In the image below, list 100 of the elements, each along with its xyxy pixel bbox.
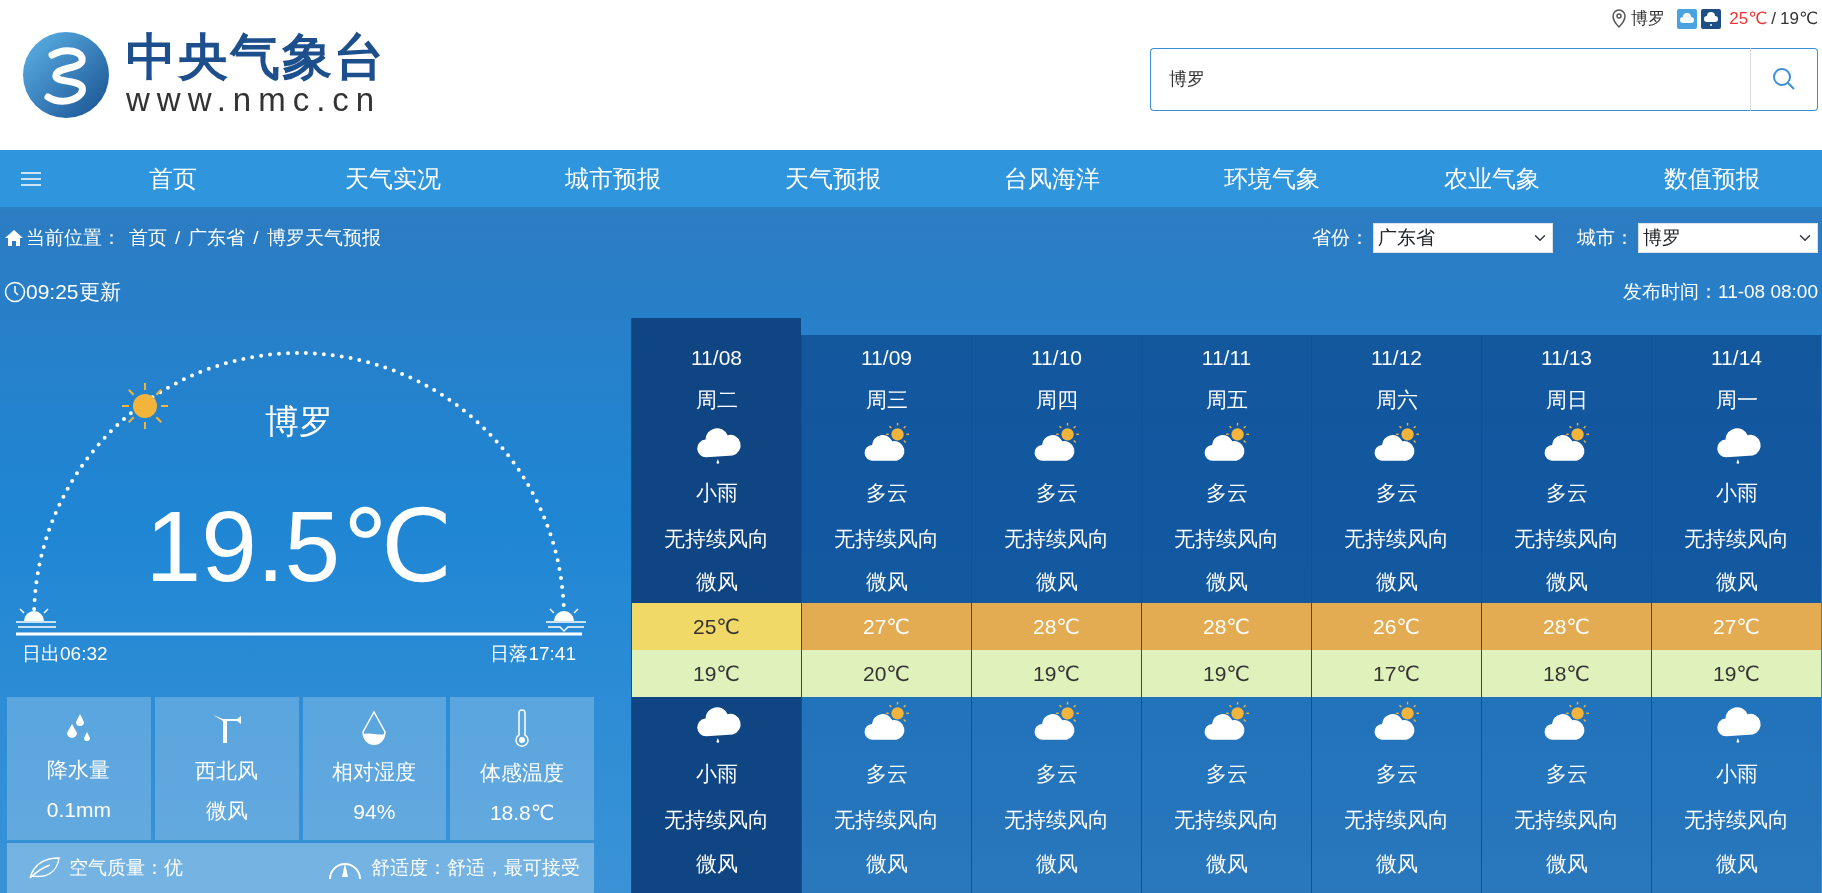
weather-text: 多云 [1035,482,1078,503]
low-temperature: 19℃ [1780,8,1818,30]
forecast-weekday: 周四 [1035,388,1078,410]
location-city: 博罗 [1631,8,1666,30]
stat-label: 体感温度 [480,760,565,786]
forecast-day-column[interactable]: 11/08 周二 小雨 无持续风向 微风 25℃ 19℃ 小雨 无持续风向 微风 [631,318,801,893]
nav-link[interactable]: 台风海洋 [942,150,1163,207]
weather-text: 多云 [865,482,908,503]
high-temperature: 27℃ [802,603,971,650]
wind-force: 微风 [1545,571,1588,592]
weather-text: 小雨 [695,482,738,503]
forecast-day-column[interactable]: 11/12 周六 多云 无持续风向 微风 26℃ 17℃ 多云 无持续风向 微风 [1311,335,1481,893]
logo-url: www.nmc.cn [126,81,383,119]
wind-direction: 无持续风向 [1684,527,1789,549]
filter-label: 省份： [1312,225,1369,250]
forecast-date: 11/12 [1371,346,1422,368]
wind-direction: 无持续风向 [1174,527,1279,549]
filter-label: 城市： [1577,225,1634,250]
forecast-weekday: 周一 [1715,388,1758,410]
forecast-day-column[interactable]: 11/09 周三 多云 无持续风向 微风 27℃ 20℃ 多云 无持续风向 微风 [801,335,971,893]
dropdown[interactable]: 广东省 [1373,223,1553,253]
forecast-weekday: 周三 [865,388,908,410]
wind-force: 微风 [1375,852,1418,874]
forecast-date: 11/11 [1201,346,1252,368]
logo-title: 中央气象台 [126,31,386,82]
wind-direction: 无持续风向 [834,527,939,549]
stat-label: 相对湿度 [332,759,417,785]
dropdown[interactable]: 博罗 [1638,223,1818,253]
wind-force: 微风 [1205,852,1248,874]
weather-text: 多云 [1035,762,1078,784]
wind-force: 微风 [1715,852,1758,874]
stat-label: 西北风 [195,758,259,784]
forecast-day-column[interactable]: 11/14 周一 小雨 无持续风向 微风 27℃ 19℃ 小雨 无持续风向 微风 [1651,335,1821,893]
sunset-time: 日落17:41 [490,642,576,666]
breadcrumb-link[interactable]: 博罗天气预报 [266,223,381,253]
weather-text: 多云 [1545,482,1588,503]
wind-force: 微风 [1715,571,1758,592]
low-temperature: 19℃ [1652,650,1821,697]
weather-text: 多云 [1375,762,1418,784]
wind-direction: 无持续风向 [1004,808,1109,830]
separator: / [1771,8,1776,30]
breadcrumb-link[interactable]: 首页 [129,223,167,253]
stat-label: 降水量 [47,757,111,783]
publish-time: 发布时间：11-08 08:00 [1623,279,1818,304]
weather-text: 多云 [865,762,908,784]
forecast-weekday: 周五 [1205,388,1248,410]
nav-link[interactable]: 农业气象 [1382,150,1603,207]
update-time: 09:25更新 [26,279,121,306]
weather-text: 小雨 [1715,482,1758,503]
high-temperature: 28℃ [972,603,1141,650]
logo-icon [22,29,110,121]
nav-link[interactable]: 数值预报 [1602,150,1822,207]
wind-direction: 无持续风向 [1174,808,1279,830]
forecast-weekday: 周六 [1375,388,1418,410]
low-temperature: 19℃ [972,650,1141,697]
clock-icon [4,281,26,303]
wind-force: 微风 [1035,852,1078,874]
weather-text: 多云 [1205,762,1248,784]
nav-link[interactable]: 城市预报 [502,150,723,207]
nav-link[interactable]: 天气预报 [722,150,943,207]
comfort-level: 舒适度：舒适，最可接受 [371,855,580,880]
wind-direction: 无持续风向 [834,808,939,830]
low-temperature: 18℃ [1482,650,1651,697]
stat-value: 94% [353,798,396,825]
forecast-date: 11/08 [691,346,742,368]
breadcrumb-link[interactable]: 广东省 [188,223,246,253]
air-quality: 空气质量：优 [69,855,183,880]
low-temperature: 20℃ [802,650,971,697]
wind-direction: 无持续风向 [1514,808,1619,830]
high-temperature: 25℃ [1729,8,1768,30]
wind-direction: 无持续风向 [1344,527,1449,549]
forecast-day-column[interactable]: 11/13 周日 多云 无持续风向 微风 28℃ 18℃ 多云 无持续风向 微风 [1481,335,1651,893]
menu-icon [21,171,42,188]
search-field[interactable]: 博罗 [1150,47,1750,111]
nav-link[interactable]: 环境气象 [1162,150,1383,207]
stat-value: 微风 [205,797,248,824]
low-temperature: 19℃ [1142,650,1311,697]
wind-force: 微风 [1545,852,1588,874]
sunrise-time: 日出06:32 [22,642,108,666]
high-temperature: 28℃ [1142,603,1311,650]
forecast-day-column[interactable]: 11/11 周五 多云 无持续风向 微风 28℃ 19℃ 多云 无持续风向 微风 [1141,335,1311,893]
weather-text: 小雨 [695,762,738,784]
weather-text: 多云 [1205,482,1248,503]
high-temperature: 26℃ [1312,603,1481,650]
search-button[interactable] [1750,47,1818,111]
wind-force: 微风 [1205,571,1248,592]
wind-force: 微风 [695,571,738,592]
weather-text: 小雨 [1715,762,1758,784]
wind-direction: 无持续风向 [1684,808,1789,830]
current-temperature: 19.5℃ [145,490,453,602]
weather-text: 多云 [1375,482,1418,503]
nav-link[interactable]: 天气实况 [282,150,503,207]
wind-force: 微风 [695,852,738,874]
sunset-icon [545,608,587,633]
nav-link[interactable]: 首页 [62,150,283,207]
wind-direction: 无持续风向 [1514,527,1619,549]
forecast-day-column[interactable]: 11/10 周四 多云 无持续风向 微风 28℃ 19℃ 多云 无持续风向 微风 [971,335,1141,893]
low-temperature: 17℃ [1312,650,1481,697]
breadcrumb-separator: / [175,225,181,250]
high-temperature: 27℃ [1652,603,1821,650]
